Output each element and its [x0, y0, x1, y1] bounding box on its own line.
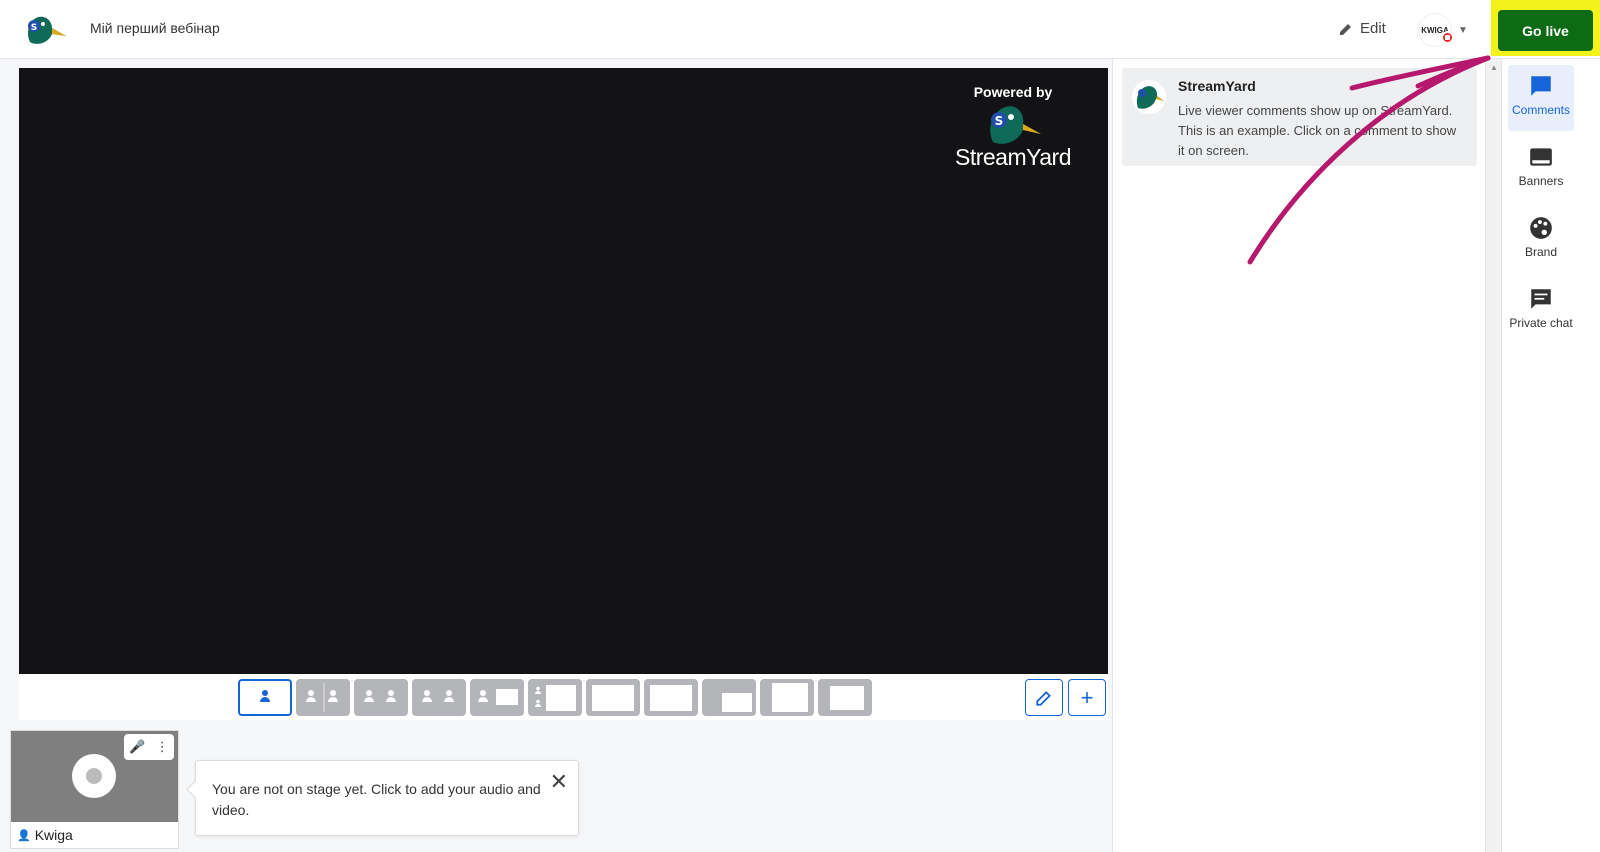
comments-scrollbar[interactable]: ▲: [1485, 59, 1501, 852]
banners-icon: [1530, 148, 1552, 166]
palette-icon: [1530, 217, 1552, 239]
layout-group-two[interactable]: [412, 679, 466, 716]
comment-author: StreamYard: [1178, 78, 1256, 94]
chevron-down-icon: ▼: [1458, 24, 1468, 36]
participant-card[interactable]: 🎤 ⋮ 👤 Kwiga: [10, 730, 179, 849]
streamyard-avatar-icon: [1132, 80, 1166, 114]
pencil-icon: [1340, 23, 1351, 35]
layout-person-screen[interactable]: [470, 679, 524, 716]
layout-sidebar-screen[interactable]: [528, 679, 582, 716]
comment-item[interactable]: StreamYard Live viewer comments show up …: [1122, 68, 1477, 166]
rail-brand[interactable]: Brand: [1508, 207, 1574, 273]
pencil-icon: [1036, 690, 1051, 706]
not-on-stage-tooltip: You are not on stage yet. Click to add y…: [195, 760, 579, 836]
add-layout-button[interactable]: +: [1068, 679, 1106, 716]
powered-by-watermark: Powered by S StreamYard: [948, 84, 1078, 171]
more-options-icon[interactable]: ⋮: [156, 739, 169, 755]
comment-text: Live viewer comments show up on StreamYa…: [1178, 103, 1457, 158]
svg-text:S: S: [31, 23, 37, 33]
destination-selector[interactable]: KWIGA ▼: [1416, 12, 1476, 48]
plus-icon: +: [1080, 684, 1094, 710]
person-icon: 👤: [17, 829, 31, 842]
tooltip-text: You are not on stage yet. Click to add y…: [212, 781, 541, 818]
layout-cropped-two[interactable]: [296, 679, 350, 716]
go-live-button[interactable]: Go live: [1498, 10, 1593, 51]
destination-avatar: KWIGA: [1418, 13, 1454, 47]
top-header: S Мій перший вебінар Edit KWIGA ▼ Go liv…: [0, 0, 1600, 59]
edit-button[interactable]: Edit: [1338, 20, 1386, 37]
streamyard-duck-icon: S: [990, 106, 1041, 144]
layout-toolbar: +: [19, 674, 1108, 720]
scroll-up-icon[interactable]: ▲: [1490, 63, 1498, 72]
edit-label: Edit: [1360, 20, 1386, 37]
broadcast-stage[interactable]: Powered by S StreamYard: [19, 68, 1108, 674]
rail-comments[interactable]: Comments: [1508, 65, 1574, 131]
participant-name: Kwiga: [34, 827, 73, 843]
streamyard-wordmark: StreamYard: [954, 144, 1072, 170]
broadcast-title[interactable]: Мій перший вебінар: [90, 20, 220, 36]
rail-banners[interactable]: Banners: [1508, 136, 1574, 202]
participant-controls: 🎤 ⋮: [124, 734, 174, 760]
app-root: S Мій перший вебінар Edit KWIGA ▼ Go liv…: [0, 0, 1600, 852]
rail-private-chat[interactable]: Private chat: [1508, 278, 1574, 348]
comments-icon: [1531, 76, 1551, 96]
layout-screen-large[interactable]: [818, 679, 872, 716]
private-chat-icon: [1531, 289, 1551, 309]
user-avatar-icon: [72, 754, 116, 798]
edit-layout-button[interactable]: [1025, 679, 1063, 716]
participant-name-row: 👤 Kwiga: [17, 827, 73, 843]
comments-panel: StreamYard Live viewer comments show up …: [1112, 59, 1485, 852]
layout-screen-corner[interactable]: [586, 679, 640, 716]
layout-pip[interactable]: [702, 679, 756, 716]
youtube-icon: [1441, 31, 1454, 44]
layout-group[interactable]: [354, 679, 408, 716]
layout-solo[interactable]: [238, 679, 292, 716]
layout-screen-only[interactable]: [644, 679, 698, 716]
close-icon[interactable]: ✕: [550, 769, 568, 795]
layout-blank-side[interactable]: [760, 679, 814, 716]
svg-text:S: S: [995, 114, 1004, 128]
person-icon: [260, 690, 270, 704]
participant-video[interactable]: 🎤 ⋮: [11, 731, 178, 822]
side-rail: Comments Banners Brand Private chat: [1501, 59, 1600, 852]
microphone-icon[interactable]: 🎤: [129, 739, 145, 755]
streamyard-logo-icon[interactable]: S: [22, 12, 68, 48]
